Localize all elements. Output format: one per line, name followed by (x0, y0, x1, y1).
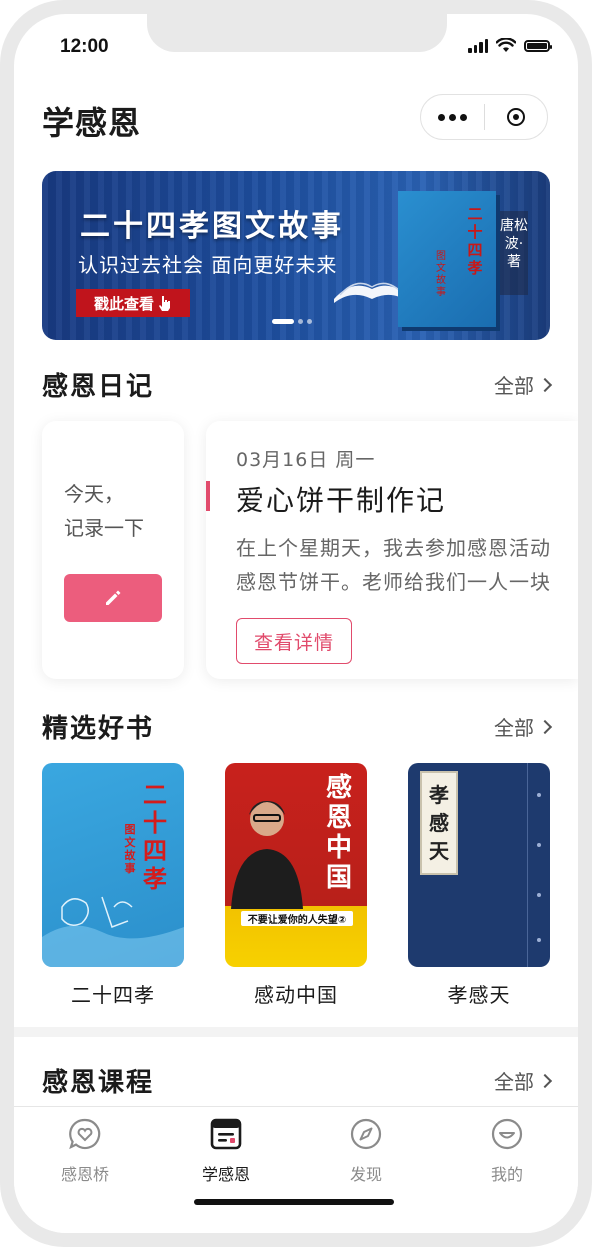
status-icons (468, 38, 552, 53)
book-cover: 二十四孝 图文故事 (42, 763, 184, 967)
books-section-title: 精选好书 (42, 714, 155, 744)
banner-subtitle: 认识过去社会 面向更好未来 (78, 253, 338, 277)
signal-icon (468, 38, 488, 53)
banner-button-label: 戳此查看 (93, 294, 154, 313)
tab-label: 感恩桥 (60, 1165, 109, 1184)
status-time: 12:00 (60, 36, 109, 57)
tab-bar: 感恩桥 学感恩 发现 我的 (14, 1106, 578, 1233)
diary-entry-date: 03月16日 周一 (236, 449, 376, 471)
book-name: 感动中国 (254, 983, 338, 1007)
banner-pagination (272, 319, 312, 324)
diary-write-card: 今天， 记录一下 (42, 421, 184, 679)
books-more-link[interactable]: 全部 (494, 712, 553, 741)
book-name: 孝感天 (447, 983, 511, 1007)
phone-screen: 12:00 学感恩 二十四孝图文故事 认识过去社会 面向更好未来 戳此查看 二十… (14, 14, 578, 1233)
heart-chat-icon (69, 1118, 101, 1150)
courses-more-label: 全部 (494, 1070, 534, 1094)
diary-body-line1: 在上个星期天，我去参加感恩活动 (236, 536, 551, 560)
banner-book-cover: 二十四孝 图文故事 (398, 191, 496, 327)
chevron-right-icon (537, 1073, 553, 1089)
books-section-header: 精选好书 全部 (42, 708, 553, 748)
diary-section-header: 感恩日记 全部 (42, 366, 553, 406)
target-icon (506, 108, 525, 126)
promo-banner[interactable]: 二十四孝图文故事 认识过去社会 面向更好未来 戳此查看 二十四孝 图文故事 唐松… (42, 171, 550, 340)
book-cover-title: 孝感天 (420, 771, 458, 875)
smile-icon (491, 1118, 523, 1150)
cover-illustration (42, 896, 184, 967)
write-diary-button[interactable] (64, 574, 162, 622)
banner-title: 二十四孝图文故事 (80, 209, 344, 244)
view-detail-button[interactable]: 查看详情 (236, 618, 352, 664)
book-cover-title: 感恩中国 (325, 773, 352, 893)
book-list: 二十四孝 图文故事 二十四孝 感恩中国 不要让爱你的人失望② 感动中国 孝感天 … (42, 763, 550, 1007)
book-cover: 孝感天 (408, 763, 550, 967)
tab-discover[interactable]: 发现 (316, 1117, 416, 1185)
tab-label: 学感恩 (201, 1165, 250, 1184)
miniapp-capsule (420, 94, 548, 140)
banner-book-subtitle: 图文故事 (436, 251, 446, 298)
diary-prompt-line1: 今天， (64, 482, 124, 506)
book-cover-subtitle: 图文故事 (124, 823, 136, 875)
tab-label: 发现 (349, 1165, 382, 1184)
diary-entry-card[interactable]: 03月16日 周一 爱心饼干制作记 在上个星期天，我去参加感恩活动 感恩节饼干。… (206, 421, 578, 679)
cover-person-photo (231, 801, 303, 909)
diary-prompt-text: 今天， 记录一下 (64, 477, 144, 545)
tab-mine[interactable]: 我的 (457, 1117, 557, 1185)
chevron-right-icon (537, 719, 553, 735)
tab-label: 我的 (490, 1165, 523, 1184)
chevron-right-icon (537, 377, 553, 393)
more-menu-button[interactable] (421, 113, 484, 121)
page-title: 学感恩 (42, 104, 142, 142)
book-item[interactable]: 感恩中国 不要让爱你的人失望② 感动中国 (225, 763, 367, 1008)
book-item[interactable]: 孝感天 孝感天 (408, 763, 550, 1008)
courses-section-header: 感恩课程 全部 (42, 1062, 553, 1102)
diary-entry-title: 爱心饼干制作记 (236, 484, 447, 517)
hand-pointer-icon (159, 296, 170, 311)
diary-entry-body: 在上个星期天，我去参加感恩活动 感恩节饼干。老师给我们一人一块 (236, 531, 578, 599)
book-icon (210, 1118, 242, 1150)
banner-book-title: 二十四孝 (467, 205, 483, 277)
banner-author: 唐松波·著 (500, 211, 528, 295)
tab-gratitude-bridge[interactable]: 感恩桥 (35, 1117, 135, 1185)
courses-section-title: 感恩课程 (42, 1068, 155, 1098)
banner-view-button[interactable]: 戳此查看 (76, 289, 190, 317)
wifi-icon (496, 38, 516, 52)
device-frame: 12:00 学感恩 二十四孝图文故事 认识过去社会 面向更好未来 戳此查看 二十… (0, 0, 592, 1247)
diary-section-title: 感恩日记 (42, 372, 155, 402)
diary-more-label: 全部 (494, 374, 534, 398)
book-cover: 感恩中国 不要让爱你的人失望② (225, 763, 367, 967)
book-cover-subtitle: 不要让爱你的人失望② (241, 911, 353, 926)
diary-prompt-line2: 记录一下 (64, 516, 144, 540)
home-indicator (194, 1199, 394, 1205)
courses-more-link[interactable]: 全部 (494, 1066, 553, 1095)
diary-accent-bar (206, 481, 210, 511)
compass-icon (350, 1118, 382, 1150)
diary-more-link[interactable]: 全部 (494, 370, 553, 399)
book-name: 二十四孝 (71, 983, 155, 1007)
notch (147, 14, 447, 52)
battery-icon (524, 39, 552, 52)
section-divider (14, 1027, 578, 1037)
books-more-label: 全部 (494, 716, 534, 740)
book-item[interactable]: 二十四孝 图文故事 二十四孝 (42, 763, 184, 1008)
tab-learn-gratitude[interactable]: 学感恩 (176, 1117, 276, 1185)
book-binding (527, 763, 550, 967)
close-miniapp-button[interactable] (485, 108, 547, 126)
pencil-icon (106, 590, 121, 605)
diary-body-line2: 感恩节饼干。老师给我们一人一块 (236, 570, 551, 594)
